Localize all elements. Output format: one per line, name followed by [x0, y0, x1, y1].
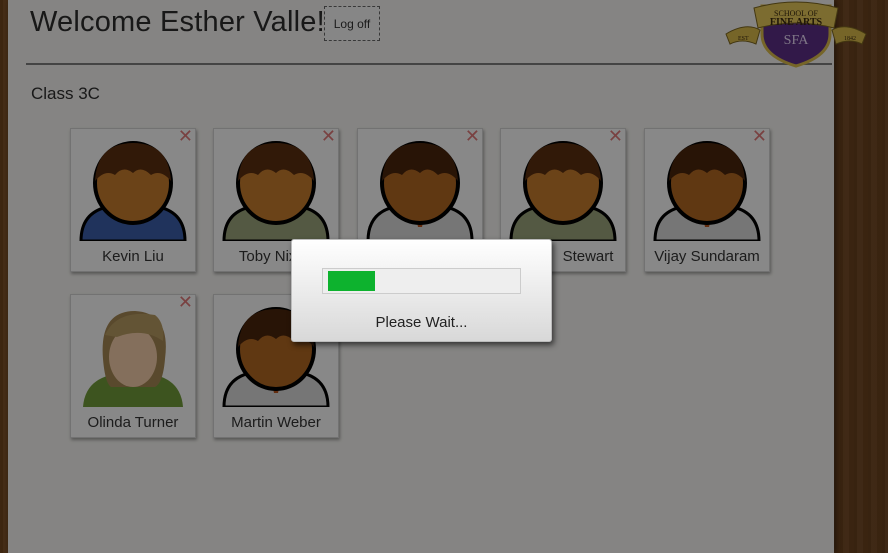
progress-fill: [328, 271, 375, 291]
progress-bar: [322, 268, 521, 294]
please-wait-dialog: Please Wait...: [291, 239, 552, 342]
please-wait-message: Please Wait...: [375, 314, 468, 331]
